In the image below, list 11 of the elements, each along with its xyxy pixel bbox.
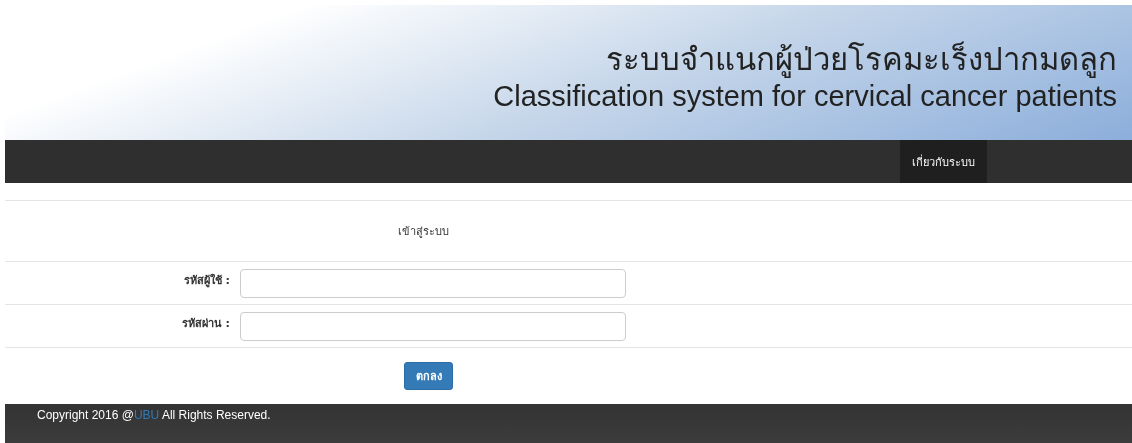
site-title-english: Classification system for cervical cancer patients [493, 78, 1117, 114]
submit-button[interactable]: ตกลง [404, 362, 453, 390]
site-title-thai: ระบบจำแนกผู้ป่วยโรคมะเร็งปากมดลูก [606, 39, 1117, 78]
login-heading: เข้าสู่ระบบ [398, 224, 449, 240]
nav-link[interactable]: เกี่ยวกับระบบ [900, 140, 987, 183]
password-field[interactable] [240, 311, 626, 341]
field-label: รหัสผู้ใช้ : [182, 272, 231, 289]
footer-link[interactable]: UBU [133, 408, 160, 422]
copyright-text: Copyright 2016 @UBU All Rights Reserved. [37, 407, 271, 422]
field-label: รหัสผ่าน : [180, 316, 231, 332]
username-field[interactable] [240, 268, 626, 298]
